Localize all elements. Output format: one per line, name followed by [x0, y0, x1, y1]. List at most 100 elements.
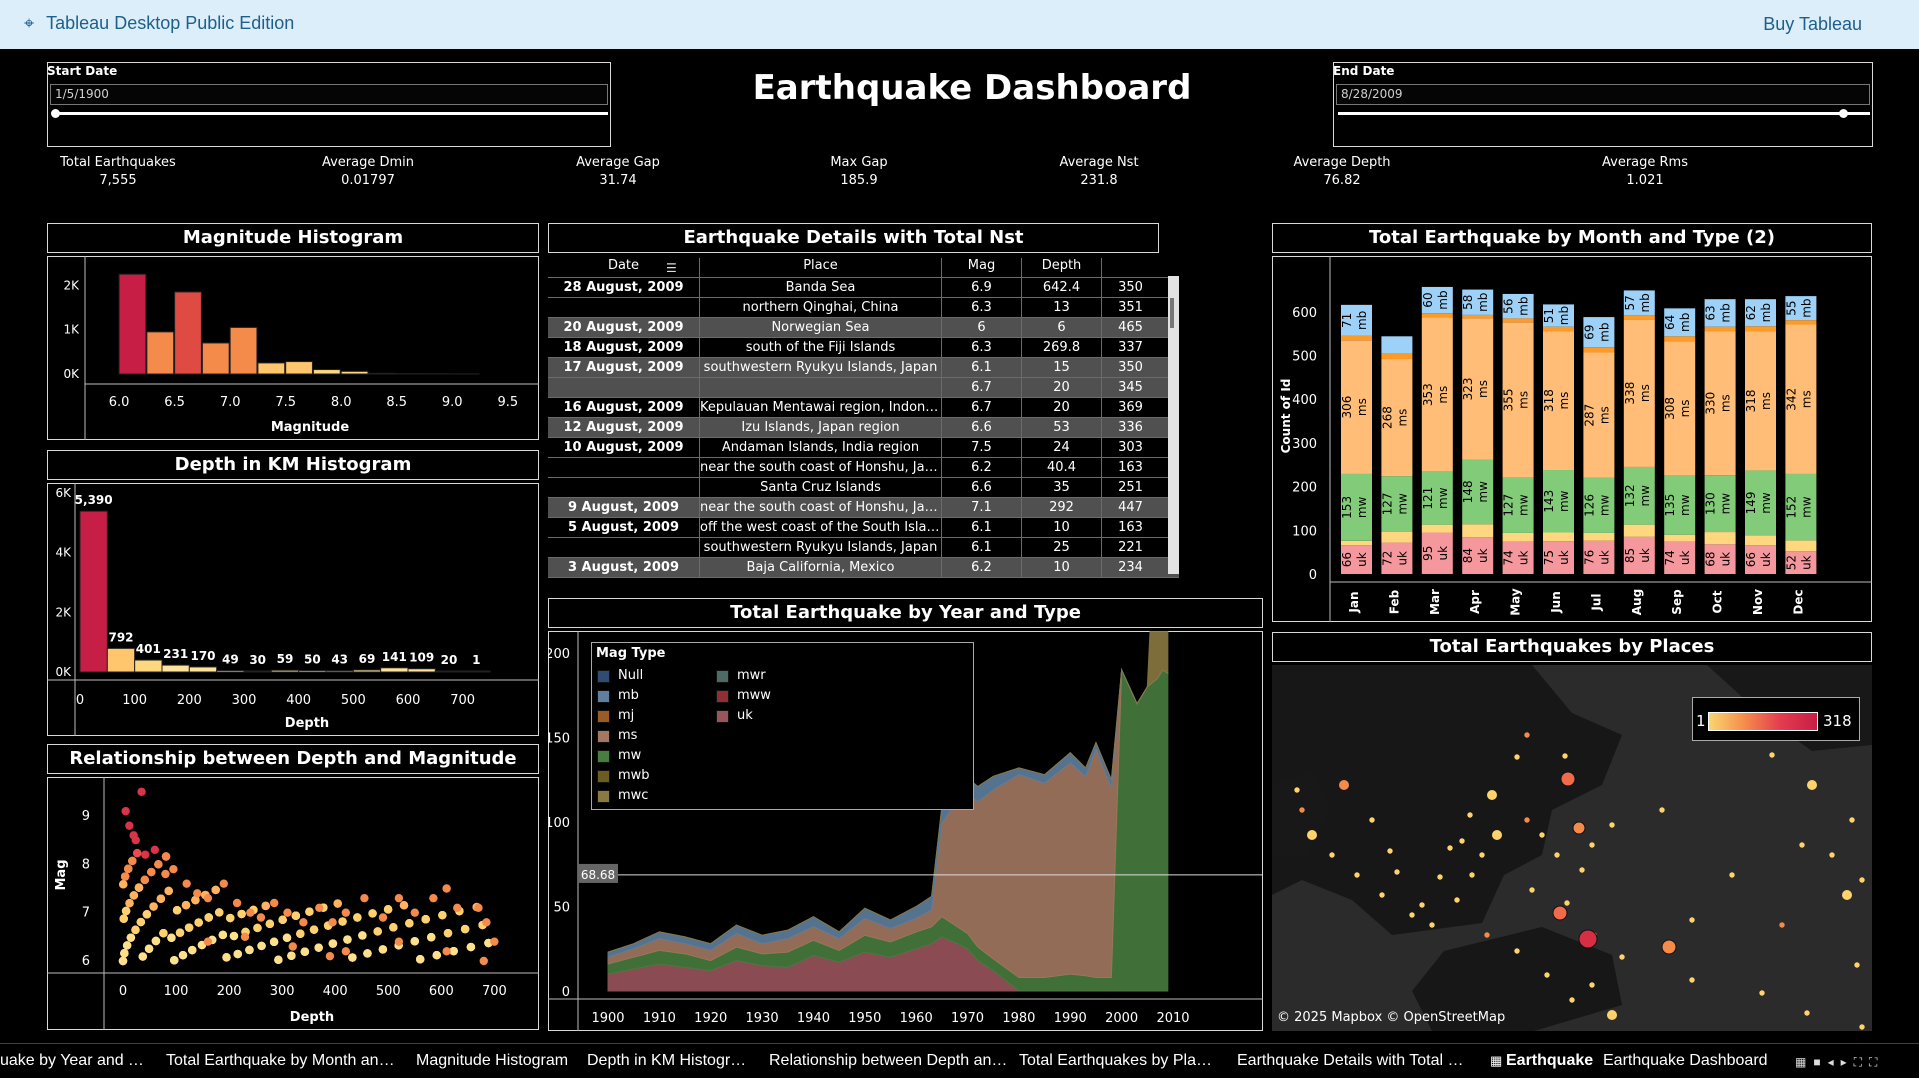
histogram-bar[interactable] — [229, 326, 258, 375]
stacked-bar-segment[interactable] — [1421, 313, 1453, 318]
stacked-bar-segment[interactable] — [1462, 314, 1494, 319]
earthquake-location-dot[interactable] — [1447, 845, 1453, 851]
scatter-point[interactable] — [278, 915, 287, 925]
table-row[interactable]: 20 August, 2009 Norwegian Sea 6 6 465 — [548, 318, 1179, 338]
earthquake-location-dot[interactable] — [1849, 817, 1855, 823]
scatter-point[interactable] — [353, 913, 362, 922]
buy-tableau-link[interactable]: Buy Tableau — [1763, 14, 1862, 35]
earthquake-location-dot[interactable] — [1524, 817, 1530, 823]
stacked-bar-segment[interactable] — [1583, 532, 1615, 541]
table-row[interactable]: 12 August, 2009 Izu Islands, Japan region… — [548, 418, 1179, 438]
scatter-point[interactable] — [274, 955, 283, 965]
scatter-point[interactable] — [328, 939, 338, 948]
scatter-point[interactable] — [122, 941, 132, 950]
large-earthquake-location-dot[interactable] — [1572, 821, 1586, 835]
legend-item[interactable]: mwc — [597, 787, 648, 805]
scatter-point[interactable] — [138, 952, 147, 961]
histogram-bar[interactable] — [134, 659, 163, 673]
histogram-bar[interactable] — [407, 668, 436, 673]
earthquake-location-dot[interactable] — [1842, 890, 1852, 900]
stacked-bar-segment[interactable] — [1623, 524, 1655, 537]
scatter-point[interactable] — [170, 956, 179, 965]
scatter-point[interactable] — [296, 929, 305, 938]
scatter-point[interactable] — [141, 850, 150, 859]
legend-item[interactable]: uk — [716, 707, 753, 725]
scatter-point[interactable] — [360, 893, 369, 903]
scatter-point[interactable] — [182, 879, 191, 888]
histogram-bar[interactable] — [380, 667, 409, 673]
tab-depth-histogram[interactable]: Depth in KM Histogram — [587, 1052, 752, 1070]
place-column-header[interactable]: Place — [699, 258, 941, 278]
earthquake-location-dot[interactable] — [1759, 990, 1765, 996]
earthquake-location-dot[interactable] — [1859, 1024, 1865, 1030]
scatter-point[interactable] — [405, 919, 414, 928]
earthquake-location-dot[interactable] — [1479, 852, 1485, 858]
scatter-point[interactable] — [154, 860, 163, 869]
scatter-point[interactable] — [328, 918, 337, 927]
large-earthquake-location-dot[interactable] — [1661, 939, 1677, 955]
scatter-point[interactable] — [305, 907, 314, 916]
scatter-point[interactable] — [147, 867, 156, 877]
histogram-bar[interactable] — [201, 342, 230, 375]
histogram-bar[interactable] — [312, 369, 341, 375]
stacked-bar-segment[interactable] — [1704, 532, 1736, 545]
histogram-bar[interactable] — [118, 273, 147, 375]
legend-item[interactable]: mw — [597, 747, 641, 765]
stacked-bar-segment[interactable] — [1623, 315, 1655, 320]
scatter-point[interactable] — [341, 947, 351, 956]
earthquake-location-dot[interactable] — [1524, 732, 1530, 738]
legend-item[interactable]: mj — [597, 707, 634, 725]
earthquake-location-dot[interactable] — [1492, 830, 1502, 840]
scatter-point[interactable] — [443, 928, 453, 938]
histogram-bar[interactable] — [434, 670, 464, 673]
legend-item[interactable]: Null — [597, 667, 643, 685]
scatter-point[interactable] — [363, 949, 372, 958]
start-date-input[interactable]: 1/5/1900 — [50, 84, 608, 105]
earthquake-location-dot[interactable] — [1659, 807, 1665, 813]
stacked-bar-segment[interactable] — [1462, 524, 1494, 538]
scatter-point[interactable] — [399, 901, 409, 910]
scatter-point[interactable] — [460, 924, 470, 934]
earthquake-location-dot[interactable] — [1387, 848, 1393, 854]
earthquake-location-dot[interactable] — [1854, 962, 1860, 968]
scatter-point[interactable] — [474, 903, 483, 913]
start-date-slider-handle[interactable] — [51, 109, 60, 118]
scatter-point[interactable] — [394, 893, 404, 903]
histogram-bar[interactable] — [161, 664, 190, 673]
scatter-point[interactable] — [253, 923, 262, 933]
earthquake-location-dot[interactable] — [1467, 812, 1473, 818]
scatter-point[interactable] — [125, 821, 134, 830]
earthquake-location-dot[interactable] — [1804, 1010, 1810, 1016]
earthquake-location-dot[interactable] — [1609, 822, 1615, 828]
stacked-bar-segment[interactable] — [1381, 531, 1413, 543]
scatter-point[interactable] — [269, 937, 279, 947]
earthquake-location-dot[interactable] — [1607, 1010, 1617, 1020]
scatter-point[interactable] — [156, 894, 166, 903]
table-row[interactable]: 18 August, 2009 south of the Fiji Islands… — [548, 338, 1179, 358]
scatter-point[interactable] — [161, 852, 171, 861]
sort-icon[interactable]: ☰ — [666, 261, 677, 275]
scatter-point[interactable] — [245, 945, 254, 955]
earthquake-location-dot[interactable] — [1419, 902, 1425, 908]
stacked-bar-segment[interactable] — [1341, 540, 1372, 546]
scatter-point[interactable] — [150, 845, 160, 855]
scatter-point[interactable] — [427, 933, 436, 942]
scatter-point[interactable] — [314, 943, 323, 952]
scatter-point[interactable] — [229, 931, 239, 941]
earthquake-location-dot[interactable] — [1514, 948, 1520, 954]
earthquake-location-dot[interactable] — [1469, 872, 1475, 878]
histogram-bar[interactable] — [368, 372, 397, 375]
histogram-bar[interactable] — [146, 331, 175, 375]
table-row[interactable]: 17 August, 2009 southwestern Ryukyu Islan… — [548, 358, 1179, 378]
large-earthquake-location-dot[interactable] — [1578, 929, 1598, 949]
legend-item[interactable]: ms — [597, 727, 637, 745]
histogram-bar[interactable] — [285, 361, 313, 375]
scatter-point[interactable] — [389, 923, 398, 932]
legend-item[interactable]: mwr — [716, 667, 766, 685]
scatter-point[interactable] — [378, 913, 388, 922]
scatter-point[interactable] — [184, 923, 194, 932]
scatter-point[interactable] — [204, 913, 213, 922]
scatter-point[interactable] — [233, 949, 242, 959]
scatter-point[interactable] — [421, 915, 430, 924]
scatter-point[interactable] — [134, 883, 144, 892]
